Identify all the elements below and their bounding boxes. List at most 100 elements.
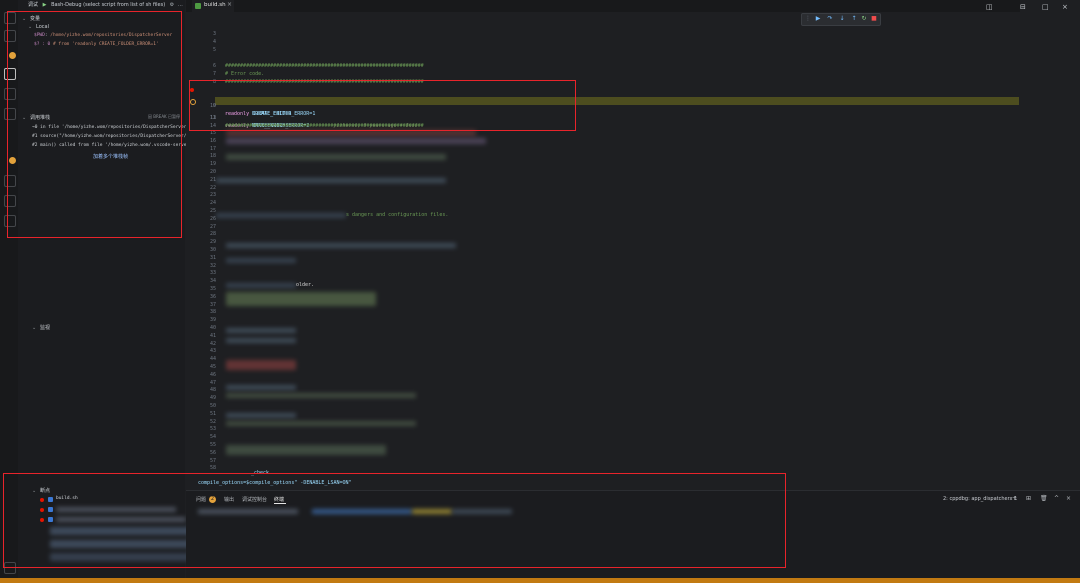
- breakpoint-checkbox[interactable]: [48, 517, 53, 522]
- blurred-text: [56, 517, 186, 522]
- step-out-icon[interactable]: ↑: [850, 15, 858, 23]
- active-tab-indicator: [274, 503, 286, 504]
- code-line[interactable]: 9 readonly NORMAL_EXIT=0: [190, 86, 1016, 117]
- restart-icon[interactable]: ↻: [860, 15, 868, 23]
- line-number: 31: [209, 254, 216, 261]
- callstack-section-header[interactable]: ⌄ 调用堆栈: [22, 114, 50, 121]
- layout-toggle-icon[interactable]: ◫: [986, 3, 993, 11]
- maximize-icon[interactable]: □: [1042, 3, 1049, 11]
- search-icon[interactable]: [4, 30, 16, 42]
- code-line[interactable]: 6 #######################################…: [196, 62, 1016, 70]
- launch-config-select[interactable]: Bash-Debug (select script from list of s…: [51, 2, 165, 8]
- code-fragment: s dangers and configuration files.: [346, 212, 449, 218]
- gitlens-icon[interactable]: [4, 215, 16, 227]
- line-number: 26: [209, 215, 216, 222]
- tab-debug-console[interactable]: 调试控制台: [242, 496, 267, 503]
- chevron-down-icon: ⌄: [32, 325, 37, 331]
- settings-gear-icon[interactable]: ⚙: [170, 2, 174, 8]
- code-line[interactable]: 4: [196, 38, 1016, 46]
- breakpoint-file: build.sh: [56, 496, 78, 501]
- line-number: 42: [209, 340, 216, 347]
- code-line-current[interactable]: 11 readonly CMAKE_BUILD_ERROR=2 yizhe.wt…: [190, 98, 1016, 129]
- code-line[interactable]: 12 readonly MAKE_ERROR=3: [196, 106, 1016, 129]
- line-number: 46: [209, 371, 216, 378]
- step-over-icon[interactable]: ↷: [826, 15, 834, 23]
- tab-build-sh[interactable]: build.sh ×: [192, 0, 234, 12]
- line-number: 25: [209, 208, 216, 214]
- start-debug-icon[interactable]: ▶: [43, 2, 47, 8]
- code-line[interactable]: 13: [196, 114, 1016, 122]
- extensions-icon[interactable]: [4, 88, 16, 100]
- code-line[interactable]: 8 #######################################…: [196, 78, 1016, 86]
- account-icon[interactable]: [4, 562, 16, 574]
- code-fragment: older.: [296, 282, 315, 288]
- code-line[interactable]: 7 # Error code.: [196, 70, 1016, 78]
- scm-badge-icon: [9, 52, 16, 59]
- line-number: 34: [209, 278, 216, 285]
- maximize-panel-icon[interactable]: ^: [1054, 495, 1059, 502]
- terminal-select[interactable]: 2: cppdbg: app_dispatcherx 1: [943, 496, 1017, 502]
- local-scope-header[interactable]: ⌄ Local: [28, 24, 49, 30]
- tab-problems[interactable]: 问题: [196, 496, 206, 503]
- drag-handle-icon[interactable]: ⋮: [804, 15, 812, 23]
- minimize-icon[interactable]: ⊟: [1020, 3, 1026, 11]
- breakpoint-checkbox[interactable]: [48, 497, 53, 502]
- line-number: 40: [209, 325, 216, 331]
- more-icon[interactable]: …: [178, 2, 183, 8]
- blurred-text: [50, 553, 190, 561]
- code-line[interactable]: 5: [196, 46, 1016, 54]
- blurred-code: [216, 213, 346, 218]
- notification-badge-icon: [9, 157, 16, 164]
- blurred-text: [56, 507, 176, 512]
- close-panel-icon[interactable]: ×: [1066, 495, 1071, 502]
- remote-icon[interactable]: [4, 108, 16, 120]
- breakpoint-dot-icon[interactable]: [190, 88, 194, 92]
- step-into-icon[interactable]: ↓: [838, 15, 846, 23]
- activity-bar: [0, 0, 18, 583]
- stop-icon[interactable]: ■: [870, 15, 878, 23]
- line-number: 37: [209, 301, 216, 308]
- close-window-icon[interactable]: ×: [1062, 3, 1068, 11]
- line-number-gutter: 15 16 17 18 19 20 21 22 23 24 25 26 27 28 29 30 31 32 33 34…: [200, 130, 220, 475]
- check-icon[interactable]: [4, 195, 16, 207]
- line-number: 39: [209, 317, 216, 324]
- line-number: 18: [209, 153, 216, 160]
- tab-output[interactable]: 输出: [224, 496, 234, 503]
- run-debug-icon[interactable]: [4, 68, 16, 80]
- line-number: 48: [209, 387, 216, 394]
- explorer-icon[interactable]: [4, 12, 16, 24]
- watch-section-header[interactable]: ⌄ 监视: [32, 324, 50, 331]
- blurred-code: [216, 178, 446, 183]
- line-number: 19: [209, 161, 216, 168]
- breakpoints-section-header[interactable]: ⌄ 断点: [32, 487, 50, 494]
- split-terminal-icon[interactable]: ⊞: [1026, 495, 1031, 502]
- close-icon[interactable]: ×: [227, 1, 232, 8]
- line-number: 17: [209, 145, 216, 152]
- variables-section-header[interactable]: ⌄ 变量: [22, 15, 40, 22]
- code-line[interactable]: 14 ######################################…: [196, 122, 1016, 130]
- line-number: 16: [209, 137, 216, 144]
- code-line[interactable]: 3: [196, 30, 1016, 38]
- trash-icon[interactable]: 🗑: [1040, 495, 1048, 502]
- line-number: 58: [209, 465, 216, 472]
- line-number: 28: [209, 231, 216, 238]
- breakpoint-dot-icon: [40, 518, 44, 522]
- variable-row[interactable]: $? : 0 # from 'readonly CREATE_FOLDER_ER…: [34, 42, 159, 47]
- tab-terminal[interactable]: 终端: [274, 496, 284, 503]
- add-terminal-icon[interactable]: +: [1012, 495, 1017, 502]
- line-number: 27: [209, 223, 216, 230]
- blurred-code: [226, 258, 296, 263]
- problems-count-badge: 2: [209, 496, 216, 503]
- current-breakpoint-icon[interactable]: [190, 99, 196, 105]
- testing-icon[interactable]: [4, 175, 16, 187]
- blurred-code: [226, 338, 296, 343]
- blurred-code: [226, 360, 296, 370]
- line-number: 52: [209, 418, 216, 425]
- stack-frame[interactable]: #2 main() called from file '/home/yizhe.…: [32, 143, 203, 148]
- continue-icon[interactable]: ▶: [814, 15, 822, 23]
- breakpoint-checkbox[interactable]: [48, 507, 53, 512]
- bottom-panel: 问题 2 输出 调试控制台 终端 2: cppdbg: app_dispatch…: [186, 490, 1080, 579]
- variable-row[interactable]: $PWD: /home/yizhe.wom/repositories/Dispa…: [34, 33, 172, 38]
- blurred-code: [226, 243, 456, 248]
- blurred-terminal-output: [312, 509, 412, 514]
